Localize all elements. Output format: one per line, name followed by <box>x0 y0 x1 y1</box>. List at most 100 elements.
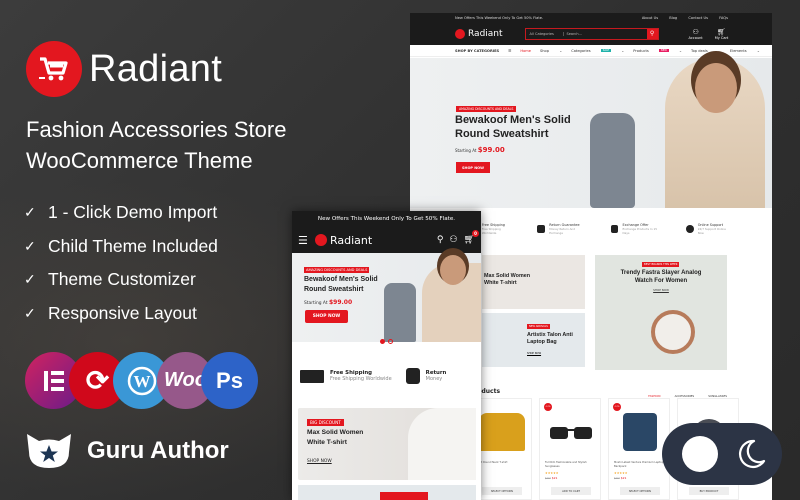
product-card[interactable]: -12% Full Rim Fashionable and Stylish Su… <box>539 398 601 500</box>
slider-dots <box>380 339 393 344</box>
author-label: Guru Author <box>87 437 229 464</box>
account-button[interactable]: ⚇ Account <box>689 28 703 40</box>
check-icon: ✓ <box>24 204 36 221</box>
banner-badge: BEST BRANDS THIS WEEK <box>642 262 680 267</box>
discount-banner[interactable]: BIG DISCOUNT Max Solid Women White T-shir… <box>298 408 476 480</box>
topbar-link[interactable]: Blog <box>669 16 677 20</box>
shop-now-link[interactable]: SHOP NOW <box>307 459 332 464</box>
search-icon[interactable]: ⚲ <box>437 235 444 245</box>
feature-return: Return Guarantee Money Return And Exchang… <box>537 223 588 235</box>
model-head <box>695 63 737 113</box>
product-image <box>479 413 525 451</box>
banner-title: Max Solid Women White T-shirt <box>484 273 530 287</box>
search-input[interactable]: Search... <box>564 32 647 36</box>
shop-now-link[interactable]: SHOP NOW <box>527 352 541 355</box>
banner-laptop-bag[interactable]: NEW ARRIVALS Artistix Talon Anti Laptop B… <box>482 313 585 367</box>
feature-label: Child Theme Included <box>48 235 218 256</box>
banner-watch[interactable]: BEST BRANDS THIS WEEK Trendy Fastra Slay… <box>595 255 727 370</box>
product-image <box>548 413 594 451</box>
search-button[interactable]: ⚲ <box>646 28 658 39</box>
feature-label: Responsive Layout <box>48 302 197 323</box>
banner-title-line: Trendy Fastra Slayer Analog <box>620 270 702 276</box>
subtitle-line: WooCommerce Theme <box>26 148 253 173</box>
mobile-hero: AMAZING DISCOUNTS AND DEALS Bewakoof Men… <box>292 253 481 342</box>
banner-title: Trendy Fastra Slayer Analog Watch For Wom… <box>595 269 727 285</box>
cart-icon[interactable]: 🛒︎ 0 <box>464 230 479 245</box>
banner-title: Max Solid Women White T-shirt <box>307 428 363 448</box>
hamburger-icon[interactable]: ☰ <box>298 234 312 247</box>
service-features: Free Shipping Free Shipping Worldwide Ret… <box>470 223 732 235</box>
cart-button[interactable]: 🛒︎ My Cart <box>715 28 729 40</box>
author-badge: Guru Author <box>25 432 229 470</box>
banner-title-line: Max Solid Women <box>484 273 531 279</box>
nav-categories[interactable]: Categories SALE ⌄ <box>571 49 624 53</box>
price-value: $99.00 <box>328 299 353 306</box>
dark-mode-toggle[interactable] <box>662 423 782 485</box>
slider-dot-active[interactable] <box>380 339 385 344</box>
feature-label: Theme Customizer <box>48 269 196 290</box>
thumbs-up-icon <box>405 368 420 384</box>
cart-logo-icon <box>455 28 465 39</box>
category-select[interactable]: All Categories <box>526 31 564 36</box>
topbar-link[interactable]: Contact Us <box>688 16 708 20</box>
topbar-link[interactable]: About Us <box>642 16 658 20</box>
banner-women-tshirt[interactable]: Max Solid Women White T-shirt <box>482 255 585 309</box>
shop-now-button[interactable]: SHOP NOW <box>456 162 490 173</box>
banner-title: Artistix Talon Anti Laptop Bag <box>527 332 573 346</box>
nav-elements[interactable]: Elements ⌄ <box>730 49 760 53</box>
shop-now-button[interactable]: SHOP NOW <box>305 310 348 323</box>
feature-item: ✓ Child Theme Included <box>24 230 218 264</box>
banner-title-line: Laptop Bag <box>527 339 557 345</box>
exchange-icon <box>610 225 619 233</box>
select-options-button[interactable]: SELECT OPTIONS <box>482 487 522 495</box>
rating-stars: ★★★★★ <box>545 471 559 475</box>
banner-title-line: Artistix Talon Anti <box>527 332 573 338</box>
search-bar: All Categories Search... ⚲ <box>524 27 659 40</box>
header: Radiant All Categories Search... ⚲ ⚇ Acco… <box>410 22 772 45</box>
nav-products[interactable]: Products NEW ⌄ <box>633 49 682 53</box>
shop-by-categories[interactable]: SHOP BY CATEGORIES <box>455 49 499 53</box>
banner-title-line: White T-shirt <box>484 280 517 286</box>
logo-text: Radiant <box>330 233 373 247</box>
nav-shop[interactable]: Shop ⌄ <box>540 49 562 53</box>
mobile-header: ☰ Radiant ⚲ ⚇ 🛒︎ 0 <box>292 227 481 253</box>
add-to-cart-button[interactable]: ADD TO CART <box>551 487 591 495</box>
user-icon[interactable]: ⚇ <box>449 235 457 245</box>
cart-icon: 🛒︎ <box>717 27 726 36</box>
product-card[interactable]: -12% Moshi Latest Venture Premium Laptop… <box>608 398 670 500</box>
slider-dot[interactable] <box>388 339 393 344</box>
nav-label: Shop <box>540 48 550 53</box>
hero-title-line: Round Sweatshirt <box>455 128 549 140</box>
cart-label: My Cart <box>714 35 729 40</box>
hero-title-line: Bewakoof Men's Solid <box>455 114 571 126</box>
old-price: $32 <box>614 476 620 480</box>
next-banner <box>298 485 476 500</box>
sale-price: $21 <box>551 476 558 480</box>
nav-home[interactable]: Home <box>520 49 531 53</box>
feature-list: ✓ 1 - Click Demo Import ✓ Child Theme Incl… <box>24 196 218 330</box>
mobile-actions: ⚲ ⚇ 🛒︎ 0 <box>437 230 479 245</box>
sweatshirt-image <box>384 283 416 342</box>
banner-badge: NEW ARRIVALS <box>527 324 550 329</box>
topbar: New Offers This Weekend Only To Get 50% … <box>410 13 772 22</box>
sweatshirt-image <box>590 113 635 208</box>
nav-top-deals[interactable]: Top deals ⌄ <box>691 49 721 53</box>
svg-text:W: W <box>133 372 150 391</box>
thumbs-up-icon <box>537 225 546 233</box>
mobile-logo[interactable]: Radiant <box>315 234 372 247</box>
truck-icon <box>300 369 324 383</box>
feature-desc: 24/7 Support Online Now <box>697 227 726 235</box>
menu-icon[interactable]: ☰ <box>508 49 511 53</box>
feature-desc: Exchange Products In 15 Days <box>622 227 658 235</box>
plugin-icons: ⟳ W Woo Ps <box>25 352 258 409</box>
shop-now-link[interactable]: SHOP NOW <box>595 288 727 292</box>
feature-support: Online Support 24/7 Support Online Now <box>685 223 732 235</box>
hero-title: Bewakoof Men's Solid Round Sweatshirt <box>304 275 378 295</box>
nav-label: Elements <box>729 48 747 53</box>
buy-product-button[interactable]: BUY PRODUCT <box>689 487 729 495</box>
mobile-features: Free Shipping Free Shipping Worldwide Ret… <box>300 368 446 384</box>
select-options-button[interactable]: SELECT OPTIONS <box>620 487 660 495</box>
product-name: Full Rim Fashionable and Stylish Sunglas… <box>545 461 587 468</box>
desktop-logo[interactable]: Radiant <box>455 28 503 39</box>
topbar-link[interactable]: FAQs <box>719 16 728 20</box>
